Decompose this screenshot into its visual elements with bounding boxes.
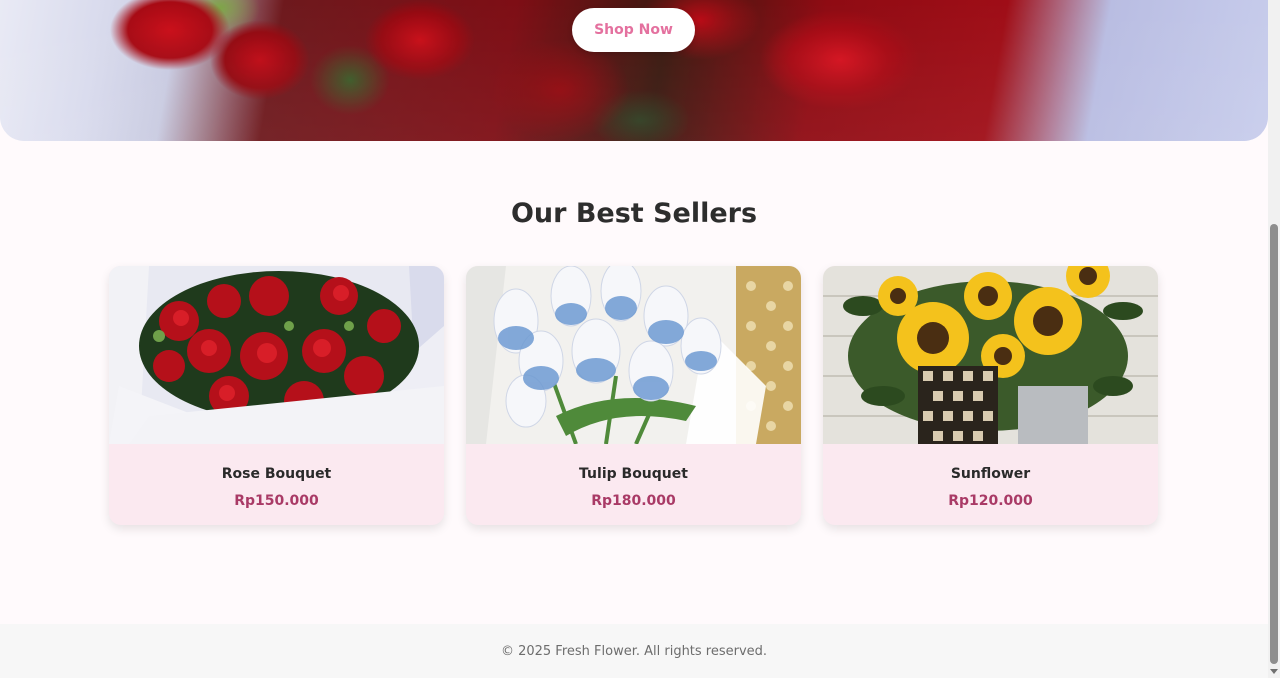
product-card-tulip[interactable]: Tulip Bouquet Rp180.000 — [466, 266, 801, 525]
product-price: Rp180.000 — [591, 493, 676, 509]
page-scrollbar[interactable] — [1268, 0, 1280, 678]
copyright-text: © 2025 Fresh Flower. All rights reserved… — [500, 643, 768, 659]
rose-bouquet-image[interactable] — [109, 266, 444, 444]
hero-banner: Shop Now — [0, 0, 1268, 141]
footer: © 2025 Fresh Flower. All rights reserved… — [0, 624, 1268, 678]
product-name: Sunflower — [950, 466, 1031, 482]
product-price: Rp150.000 — [234, 493, 319, 509]
section-title: Our Best Sellers — [510, 198, 758, 229]
product-card-rose[interactable]: Rose Bouquet Rp150.000 — [109, 266, 444, 525]
shop-now-button[interactable]: Shop Now — [572, 8, 695, 52]
tulip-bouquet-image[interactable] — [466, 266, 801, 444]
scrollbar-thumb[interactable] — [1270, 224, 1278, 664]
product-price: Rp120.000 — [948, 493, 1033, 509]
scroll-down-arrow-icon[interactable] — [1270, 669, 1278, 674]
sunflower-image[interactable] — [823, 266, 1158, 444]
product-card-sunflower[interactable]: Sunflower Rp120.000 — [823, 266, 1158, 525]
product-name: Tulip Bouquet — [579, 466, 688, 482]
product-name: Rose Bouquet — [221, 466, 332, 482]
